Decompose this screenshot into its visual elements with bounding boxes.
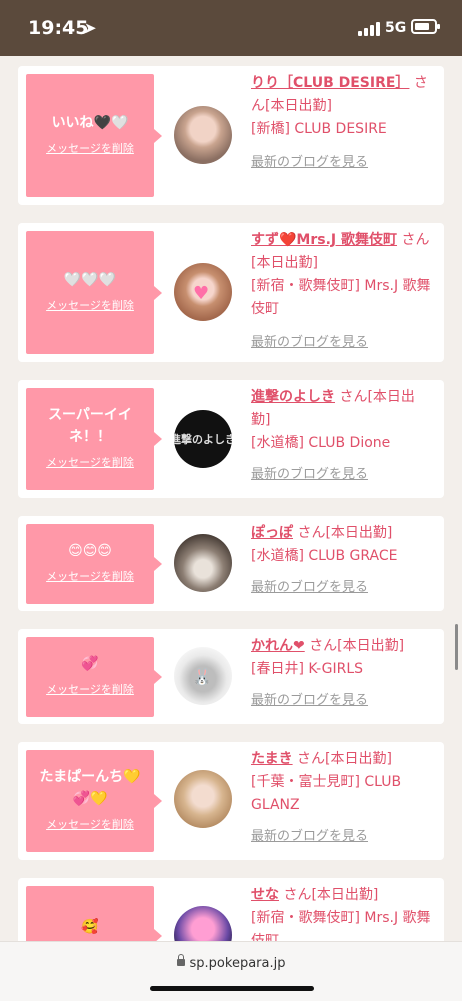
url-text: sp.pokepara.jp <box>189 956 286 971</box>
shop-name: [春日井] K-GIRLS <box>251 661 364 677</box>
message-bubble: 🥰 <box>26 886 162 941</box>
shop-name: [新橋] CLUB DESIRE <box>251 121 387 137</box>
cast-name-link[interactable]: かれん❤ <box>251 638 305 654</box>
message-bubble: 💞 メッセージを削除 <box>26 637 162 717</box>
profile-info: りり［CLUB DESIRE］ さん[本日出勤] [新橋] CLUB DESIR… <box>251 72 431 174</box>
profile-info: ぽっぽ さん[本日出勤] [水道橋] CLUB GRACE 最新のブログを見る <box>251 522 431 599</box>
scrollbar[interactable] <box>455 624 458 670</box>
url-display[interactable]: sp.pokepara.jp <box>0 954 462 971</box>
cast-status: さん[本日出勤] <box>309 638 405 654</box>
cast-name-link[interactable]: せな <box>251 887 279 903</box>
profile-info: たまき さん[本日出勤] [千葉・富士見町] CLUB GLANZ 最新のブログ… <box>251 748 431 848</box>
heart-sticker-icon: ♥ <box>193 283 210 304</box>
message-bubble: いいね🖤🤍 メッセージを削除 <box>26 74 162 197</box>
status-time: 19:45 <box>28 17 89 39</box>
latest-blog-link[interactable]: 最新のブログを見る <box>251 331 431 354</box>
latest-blog-link[interactable]: 最新のブログを見る <box>251 825 431 848</box>
delete-message-button[interactable]: メッセージを削除 <box>26 568 154 584</box>
profile-info: すず❤️Mrs.J 歌舞伎町 さん[本日出勤] [新宿・歌舞伎町] Mrs.J … <box>251 229 431 354</box>
shop-name: [水道橋] CLUB GRACE <box>251 548 398 564</box>
message-text: 🥰 <box>81 919 99 935</box>
network-type: 5G <box>385 20 407 36</box>
shop-name: [水道橋] CLUB Dione <box>251 435 391 451</box>
latest-blog-link[interactable]: 最新のブログを見る <box>251 151 431 174</box>
latest-blog-link[interactable]: 最新のブログを見る <box>251 576 431 599</box>
shop-name: [新宿・歌舞伎町] Mrs.J 歌舞伎町 <box>251 910 431 941</box>
location-arrow-icon: ➤ <box>84 19 97 37</box>
delete-message-button[interactable]: メッセージを削除 <box>26 454 154 470</box>
avatar[interactable]: ♥ <box>174 263 232 321</box>
cast-name-link[interactable]: りり［CLUB DESIRE］ <box>251 75 409 91</box>
list-item: たまぱーんち💛💞💛 メッセージを削除 たまき さん[本日出勤] [千葉・富士見町… <box>18 742 444 860</box>
message-text: たまぱーんち💛💞💛 <box>39 769 141 807</box>
cast-status: さん[本日出勤] <box>283 887 379 903</box>
cast-status: さん[本日出勤] <box>297 525 393 541</box>
message-list[interactable]: いいね🖤🤍 メッセージを削除 りり［CLUB DESIRE］ さん[本日出勤] … <box>0 56 462 941</box>
profile-info: かれん❤ さん[本日出勤] [春日井] K-GIRLS 最新のブログを見る <box>251 635 431 712</box>
latest-blog-link[interactable]: 最新のブログを見る <box>251 463 431 486</box>
cast-name-link[interactable]: 進撃のよしき <box>251 389 335 405</box>
delete-message-button[interactable]: メッセージを削除 <box>26 140 154 156</box>
avatar-logo-text: 進撃のよしき <box>174 433 232 446</box>
delete-message-button[interactable]: メッセージを削除 <box>26 297 154 313</box>
list-item: 💞 メッセージを削除 🐰 かれん❤ さん[本日出勤] [春日井] K-GIRLS… <box>18 629 444 724</box>
avatar[interactable] <box>174 906 232 941</box>
avatar[interactable] <box>174 770 232 828</box>
cast-name-link[interactable]: ぽっぽ <box>251 525 293 541</box>
latest-blog-link[interactable]: 最新のブログを見る <box>251 689 431 712</box>
status-bar: 19:45 ➤ 5G <box>0 0 462 56</box>
message-bubble: たまぱーんち💛💞💛 メッセージを削除 <box>26 750 162 852</box>
profile-info: 進撃のよしき さん[本日出勤] [水道橋] CLUB Dione 最新のブログを… <box>251 386 431 486</box>
list-item: スーパーイイネ！！ メッセージを削除 進撃のよしき 進撃のよしき さん[本日出勤… <box>18 380 444 498</box>
list-item: 😊😊😊 メッセージを削除 ぽっぽ さん[本日出勤] [水道橋] CLUB GRA… <box>18 516 444 611</box>
message-bubble: スーパーイイネ！！ メッセージを削除 <box>26 388 162 490</box>
message-bubble: 😊😊😊 メッセージを削除 <box>26 524 162 604</box>
home-indicator[interactable] <box>150 986 314 991</box>
message-bubble: 🤍🤍🤍 メッセージを削除 <box>26 231 162 354</box>
message-text: いいね🖤🤍 <box>51 115 129 131</box>
battery-icon <box>411 19 440 34</box>
list-item: 🤍🤍🤍 メッセージを削除 ♥ すず❤️Mrs.J 歌舞伎町 さん[本日出勤] [… <box>18 223 444 362</box>
message-text: 😊😊😊 <box>68 543 112 559</box>
delete-message-button[interactable]: メッセージを削除 <box>26 681 154 697</box>
avatar[interactable]: 🐰 <box>174 647 232 705</box>
profile-info: せな さん[本日出勤] [新宿・歌舞伎町] Mrs.J 歌舞伎町 <box>251 884 431 941</box>
lock-icon <box>176 954 185 966</box>
list-item: いいね🖤🤍 メッセージを削除 りり［CLUB DESIRE］ さん[本日出勤] … <box>18 66 444 205</box>
cast-name-link[interactable]: すず❤️Mrs.J 歌舞伎町 <box>251 232 397 248</box>
list-item: 🥰 せな さん[本日出勤] [新宿・歌舞伎町] Mrs.J 歌舞伎町 <box>18 878 444 941</box>
cast-name-link[interactable]: たまき <box>251 751 293 767</box>
cast-status: さん[本日出勤] <box>297 751 392 767</box>
shop-name: [新宿・歌舞伎町] Mrs.J 歌舞伎町 <box>251 278 431 317</box>
browser-address-bar[interactable]: sp.pokepara.jp <box>0 941 462 1001</box>
delete-message-button[interactable]: メッセージを削除 <box>26 816 154 832</box>
message-text: 💞 <box>81 656 99 672</box>
shop-name: [千葉・富士見町] CLUB GLANZ <box>251 774 402 813</box>
avatar[interactable] <box>174 534 232 592</box>
message-text: 🤍🤍🤍 <box>63 272 117 288</box>
avatar[interactable]: 進撃のよしき <box>174 410 232 468</box>
cellular-signal-icon <box>358 22 380 36</box>
avatar[interactable] <box>174 106 232 164</box>
bunny-filter-icon: 🐰 <box>192 667 212 686</box>
message-text: スーパーイイネ！！ <box>48 407 132 445</box>
